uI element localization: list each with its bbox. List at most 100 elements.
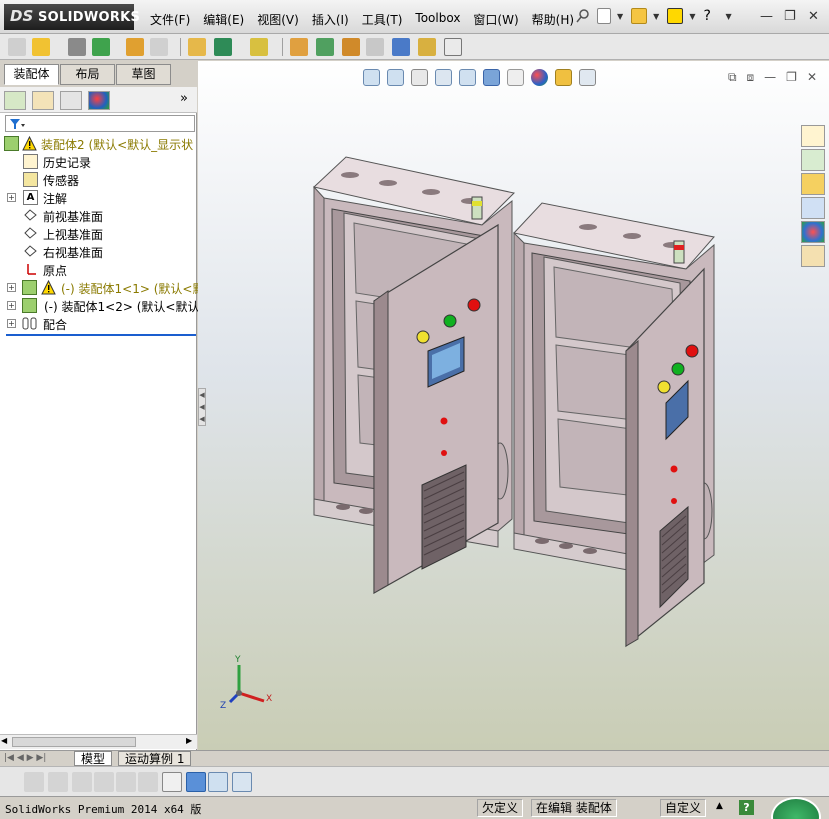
tree-item-top-assembly[interactable]: 装配体2 (默认<默认_显示状 [0,135,197,153]
tree-item-subassembly-2[interactable]: + (-) 装配体1<2> (默认<默认_ [0,297,205,315]
menu-tools[interactable]: 工具(T) [362,11,403,28]
help-icon[interactable]: ? [739,800,754,815]
cabinet-1[interactable] [312,156,516,595]
tree-item-subassembly-1[interactable]: + (-) 装配体1<1> (默认<默 [0,279,204,297]
solidworks-logo[interactable]: DS SOLIDWORKS [4,4,140,30]
bill-of-materials-icon[interactable] [316,38,334,56]
filter-icon[interactable] [9,118,25,130]
feature-manager-panel: 装配体 布局 草图 » 装配体2 (默认<默认_显示状 历史记录 传感器 + A… [0,61,205,750]
unit-system[interactable]: 自定义 [660,799,707,817]
tree-item-history[interactable]: 历史记录 [0,153,197,171]
status-bar: SolidWorks Premium 2014 x64 版 欠定义 在编辑 装配… [0,796,829,819]
hidden-lines-removed-icon[interactable] [72,772,92,792]
close-button[interactable]: ✕ [808,9,819,24]
tree-item-front-plane[interactable]: 前视基准面 [0,207,197,225]
tree-item-origin[interactable]: 原点 [0,261,197,279]
cabinet-2[interactable] [513,202,715,648]
expand-toggle[interactable]: + [7,193,16,202]
annotation-icon: A [23,190,38,205]
coordinate-triad [228,665,265,704]
tree-item-sensors[interactable]: 传感器 [0,171,197,189]
expand-toggle[interactable]: + [7,319,16,328]
rollback-bar[interactable] [6,334,196,336]
hide-show-icon[interactable] [188,38,206,56]
menu-file[interactable]: 文件(F) [150,11,190,28]
new-document-icon[interactable] [597,8,611,24]
smart-fastener-icon[interactable] [126,38,144,56]
wireframe-icon[interactable] [24,772,44,792]
expand-toggle[interactable]: + [7,283,16,292]
shaded-with-edges-icon[interactable] [94,772,114,792]
normal-to-icon[interactable] [208,772,228,792]
reference-geometry-icon[interactable] [250,38,268,56]
horizontal-scrollbar[interactable]: ◀ ▶ [0,734,197,749]
tab-assembly[interactable]: 装配体 [4,64,59,85]
move-component-icon[interactable] [150,38,168,56]
menu-toolbox[interactable]: Toolbox [415,11,460,28]
model-viewport[interactable] [198,61,829,750]
hidden-lines-visible-icon[interactable] [48,772,68,792]
tab-scroll-arrows-icon[interactable]: |◀ ◀ ▶ ▶| [4,753,46,763]
tab-model[interactable]: 模型 [74,751,113,766]
new-motion-study-icon[interactable] [290,38,308,56]
origin-icon [27,264,36,275]
scroll-left-arrow-icon[interactable]: ◀ [1,736,7,745]
minimize-button[interactable]: — [760,9,773,24]
pin-icon[interactable] [575,8,591,24]
rebuild-warning-icon[interactable] [667,8,684,24]
tree-item-label: 原点 [43,264,68,278]
display-manager-icon[interactable] [88,91,110,110]
tab-layout[interactable]: 布局 [60,64,115,85]
expand-panel-icon[interactable]: » [180,91,188,106]
explode-line-sketch-icon[interactable] [366,38,384,56]
instant3d-icon[interactable] [444,38,462,56]
standard-views-icon[interactable] [162,772,182,792]
tree-item-label: 配合 [43,318,68,332]
assembly-features-icon[interactable] [214,38,232,56]
toolbar-separator [180,38,181,56]
tab-motion-study[interactable]: 运动算例 1 [118,751,192,766]
restore-button[interactable]: ❐ [784,9,796,24]
menu-edit[interactable]: 编辑(E) [203,11,244,28]
menu-bar: 文件(F) 编辑(E) 视图(V) 插入(I) 工具(T) Toolbox 窗口… [150,11,587,28]
graphics-area[interactable]: ◀ ◀ ◀ ⧉ ⧈ — ❐ ✕ Y X Z [198,61,829,750]
chevron-down-icon[interactable]: ▼ [653,12,659,21]
menu-insert[interactable]: 插入(I) [312,11,349,28]
insert-component-icon[interactable] [8,38,26,56]
scroll-right-arrow-icon[interactable]: ▶ [186,736,192,745]
tree-filter-input[interactable] [5,115,195,132]
tree-item-top-plane[interactable]: 上视基准面 [0,225,197,243]
tree-item-label: (-) 装配体1<2> (默认<默认_ [44,300,206,314]
shaded-icon[interactable] [116,772,136,792]
menu-help[interactable]: 帮助(H) [532,11,574,28]
menu-window[interactable]: 窗口(W) [473,11,518,28]
subassembly-icon [22,298,37,313]
menu-view[interactable]: 视图(V) [257,11,299,28]
tab-sketch[interactable]: 草图 [116,64,171,85]
chevron-up-icon[interactable]: ▲ [716,801,723,811]
chevron-down-icon[interactable]: ▼ [617,12,623,21]
interference-detection-icon[interactable] [392,38,410,56]
triad-y-label: Y [235,655,241,665]
help-question-icon[interactable]: ? [703,8,719,24]
chevron-down-icon[interactable]: ▼ [689,12,695,21]
feature-manager-icon[interactable] [4,91,26,110]
scrollbar-thumb[interactable] [12,737,136,747]
mate-icon[interactable] [68,38,86,56]
section-view-icon[interactable] [138,772,158,792]
configuration-manager-icon[interactable] [60,91,82,110]
linear-pattern-icon[interactable] [92,38,110,56]
tree-item-right-plane[interactable]: 右视基准面 [0,243,197,261]
clearance-verification-icon[interactable] [418,38,436,56]
view-selector-icon[interactable] [232,772,252,792]
isometric-view-icon[interactable] [186,772,206,792]
open-folder-icon[interactable] [631,8,648,24]
bottom-tab-bar: |◀ ◀ ▶ ▶| 模型 运动算例 1 [0,750,829,766]
new-part-icon[interactable] [32,38,50,56]
expand-toggle[interactable]: + [7,301,16,310]
exploded-view-icon[interactable] [342,38,360,56]
tree-item-annotations[interactable]: + A 注解 [0,189,197,207]
property-manager-icon[interactable] [32,91,54,110]
chevron-down-icon[interactable]: ▼ [725,12,731,21]
tree-item-mates[interactable]: + 配合 [0,315,197,333]
